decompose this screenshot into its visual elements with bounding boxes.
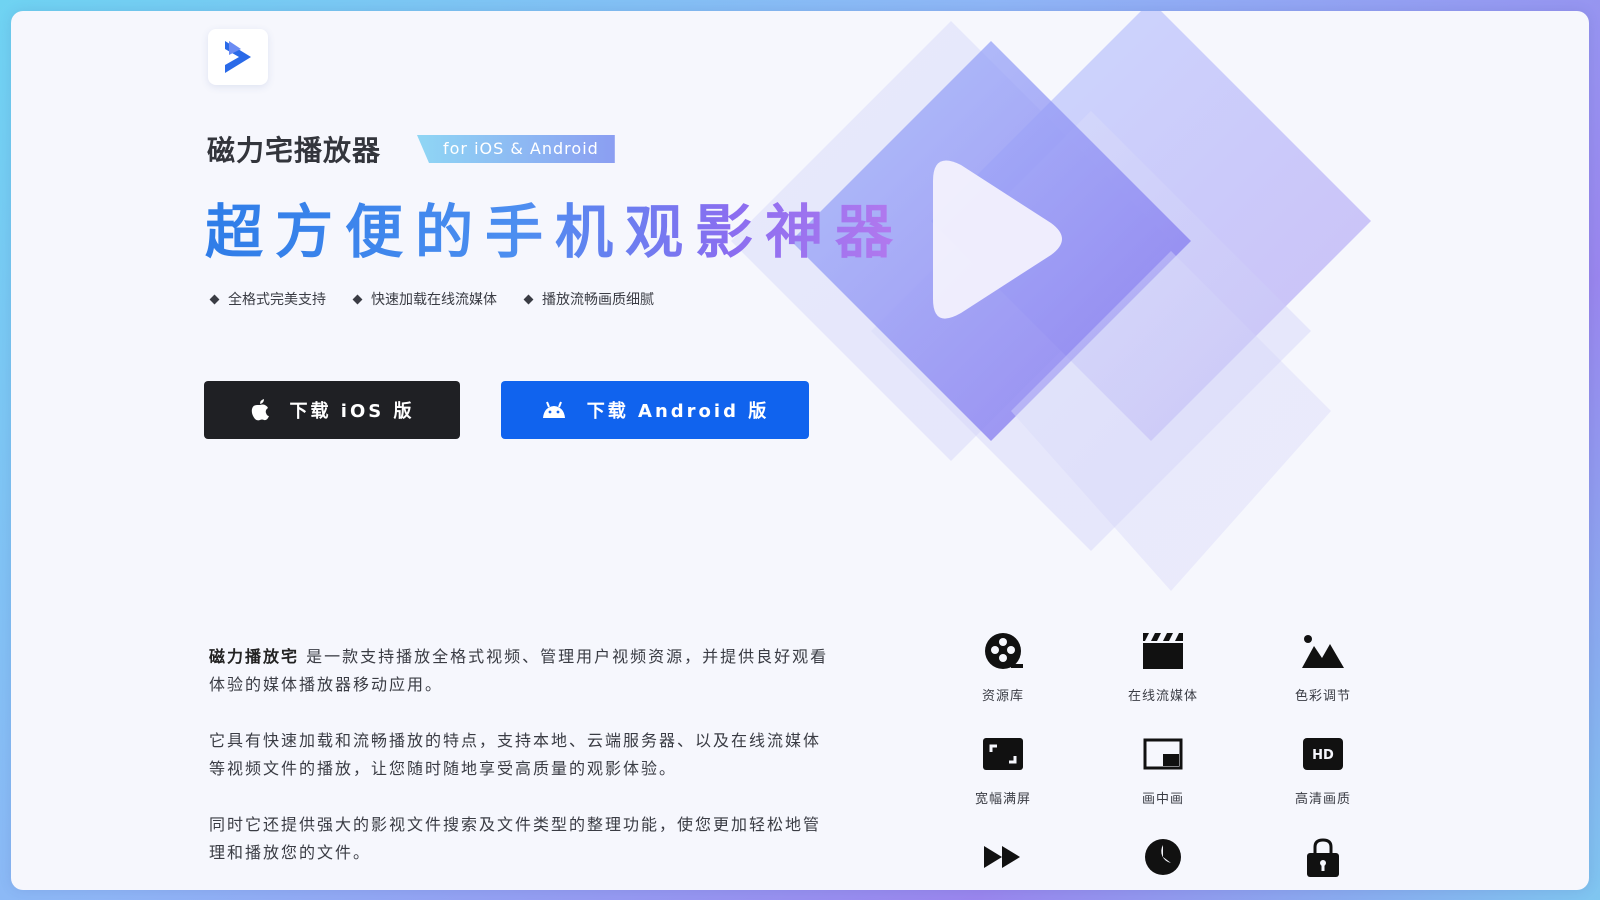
timer-icon bbox=[1141, 837, 1185, 877]
feature-grid-item: 宽幅满屏 bbox=[923, 734, 1083, 807]
download-ios-label: 下载 iOS 版 bbox=[289, 401, 415, 422]
download-ios-button[interactable]: 下载 iOS 版 bbox=[204, 381, 460, 439]
page-card: 磁力宅播放器 for iOS & Android 超方便的手机观影神器 全格式完… bbox=[11, 11, 1589, 890]
fullscreen-icon bbox=[981, 734, 1025, 774]
download-android-label: 下载 Android 版 bbox=[586, 401, 770, 422]
app-logo[interactable] bbox=[208, 29, 268, 85]
feature-grid-item: 在线流媒体 bbox=[1083, 631, 1243, 704]
description-paragraph: 它具有快速加载和流畅播放的特点，支持本地、云端服务器、以及在线流媒体等视频文件的… bbox=[209, 731, 822, 778]
feature-grid-item: 资源库 bbox=[923, 631, 1083, 704]
android-icon bbox=[542, 401, 565, 418]
description-paragraph: 同时它还提供强大的影视文件搜索及文件类型的整理功能，使您更加轻松地管理和播放您的… bbox=[209, 815, 822, 862]
svg-text:HD: HD bbox=[1312, 748, 1334, 763]
lock-icon bbox=[1301, 837, 1345, 877]
fast-forward-icon bbox=[981, 837, 1025, 877]
mountain-icon bbox=[1301, 631, 1345, 671]
feature-item: 播放流畅画质细腻 bbox=[523, 289, 654, 309]
apple-icon bbox=[251, 399, 269, 421]
feature-grid-item bbox=[1083, 837, 1243, 890]
headline: 超方便的手机观影神器 bbox=[205, 185, 905, 269]
feature-grid-item: 画中画 bbox=[1083, 734, 1243, 807]
logo-play-icon bbox=[225, 41, 251, 73]
platform-tag: for iOS & Android bbox=[417, 135, 615, 163]
hd-icon: HD bbox=[1301, 734, 1345, 774]
app-name: 磁力宅播放器 bbox=[207, 134, 382, 167]
feature-item: 快速加载在线流媒体 bbox=[352, 289, 497, 309]
description: 磁力播放宅 是一款支持播放全格式视频、管理用户视频资源，并提供良好观看体验的媒体… bbox=[209, 643, 829, 890]
bullet-icon bbox=[523, 294, 534, 304]
bullet-icon bbox=[352, 294, 363, 304]
feature-grid-item: HD 高清画质 bbox=[1243, 734, 1403, 807]
clapperboard-icon bbox=[1141, 631, 1185, 671]
hero-play-illustration bbox=[731, 11, 1371, 591]
picture-in-picture-icon bbox=[1141, 734, 1185, 774]
feature-grid: 资源库 在线流媒体 色彩调节 宽幅满屏 画中画 HD 高清画质 bbox=[923, 631, 1403, 890]
feature-grid-item bbox=[1243, 837, 1403, 890]
feature-item: 全格式完美支持 bbox=[209, 289, 326, 309]
film-reel-icon bbox=[981, 631, 1025, 671]
feature-list: 全格式完美支持 快速加载在线流媒体 播放流畅画质细腻 bbox=[209, 289, 654, 309]
feature-grid-item: 色彩调节 bbox=[1243, 631, 1403, 704]
download-android-button[interactable]: 下载 Android 版 bbox=[501, 381, 809, 439]
bullet-icon bbox=[209, 294, 220, 304]
feature-grid-item bbox=[923, 837, 1083, 890]
description-paragraph: 磁力播放宅 是一款支持播放全格式视频、管理用户视频资源，并提供良好观看体验的媒体… bbox=[209, 647, 829, 694]
